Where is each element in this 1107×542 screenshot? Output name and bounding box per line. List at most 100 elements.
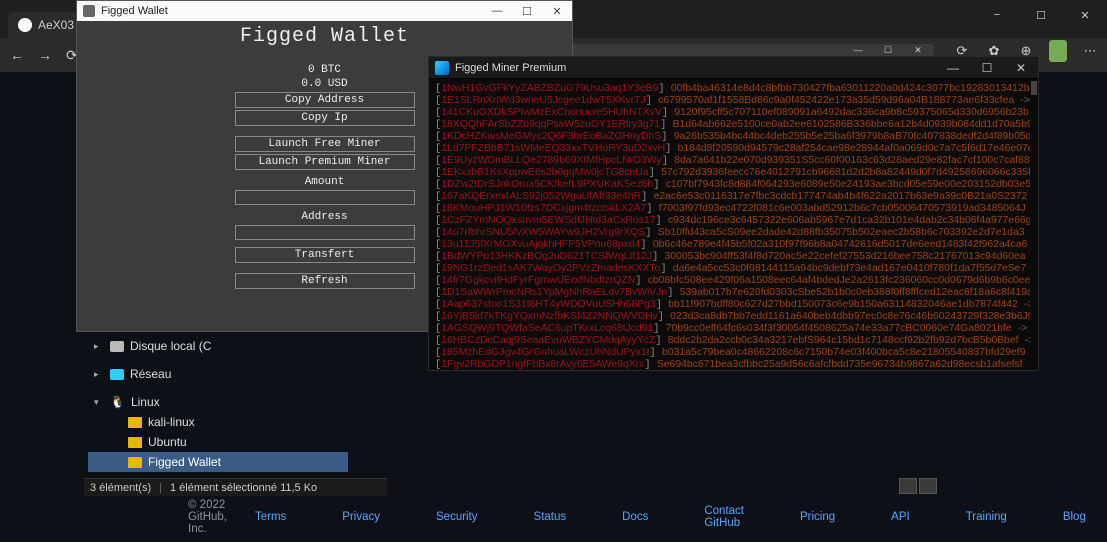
wallet-app-icon	[83, 5, 95, 17]
miner-titlebar[interactable]: Figged Miner Premium — ☐ ✕	[429, 57, 1038, 79]
win-min-icon[interactable]: −	[975, 0, 1019, 30]
miner-log-line: [1AGSQWj9TQWfaSeAC6upTKrxLcq68tJcd91] 70…	[435, 323, 1032, 335]
folder-icon	[128, 417, 142, 428]
footer-link-api[interactable]: API	[891, 511, 910, 523]
miner-log-line: [1Aap637sbxr1S31t6HT4yWDOVuUSHh58Pg3] bb…	[435, 299, 1032, 311]
wallet-close-icon[interactable]: ✕	[542, 1, 572, 21]
miner-close-icon[interactable]: ✕	[1004, 57, 1038, 79]
tree-item-r-seau[interactable]: ▸Réseau	[88, 364, 348, 384]
tree-item-ubuntu[interactable]: Ubuntu	[88, 432, 348, 452]
launch-premium-miner-button[interactable]: Launch Premium Miner	[235, 154, 415, 170]
bg-max-icon[interactable]: ☐	[873, 44, 903, 56]
wallet-address: 1Fgv2RbGDP1ngfFbBx8rAvy6E5AWe9qXrx	[441, 359, 644, 370]
bg-close-icon[interactable]: ✕	[903, 44, 933, 56]
miner-window: Figged Miner Premium — ☐ ✕ [1NwH1GvGFkYy…	[428, 56, 1039, 371]
refresh-button[interactable]: Refresh	[235, 273, 415, 289]
chevron-right-icon[interactable]: ▸	[94, 341, 104, 352]
wallet-min-icon[interactable]: —	[482, 1, 512, 21]
wallet-address: 1EKxzbB1KsXppwE6s2b0gqMw0jcTG8cnUa	[441, 167, 648, 178]
copy-ip-button[interactable]: Copy Ip	[235, 110, 415, 126]
scrollbar-thumb[interactable]	[1031, 81, 1037, 95]
footer-link-blog[interactable]: Blog	[1063, 511, 1086, 523]
tree-item-disque-local-c[interactable]: ▸ Disque local (C	[88, 336, 348, 356]
launch-free-miner-button[interactable]: Launch Free Miner	[235, 136, 415, 152]
footer-link-security[interactable]: Security	[436, 511, 478, 523]
miner-log-line: [1D1SaWWrPmcNRs1YpMgNhRaELdv7BvWiVJn] 53…	[435, 287, 1032, 299]
view-icons-icon[interactable]	[919, 478, 937, 494]
bg-min-icon[interactable]: —	[843, 44, 873, 56]
tx-hash: 023d3ca8db7bb7edd1161a640beb4dbb97ec0c8e…	[670, 311, 1033, 322]
tx-hash: c107bf7943fc8d884f064293e6089e50e24193ae…	[666, 179, 1037, 190]
footer-link-privacy[interactable]: Privacy	[342, 511, 380, 523]
browser-tab[interactable]: AeX03	[8, 12, 84, 38]
footer-link-docs[interactable]: Docs	[622, 511, 648, 523]
wallet-address: 18XQQhFArSbZZo9qqPsaW5zuOY1ERlry3g71	[441, 119, 660, 130]
tree-item-linux[interactable]: ▾ Linux	[88, 392, 348, 412]
win-max-icon[interactable]: ☐	[1019, 0, 1063, 30]
tx-hash: 8da7a641b22e070d939351S5cc60f00163c63d28…	[674, 155, 1035, 166]
overflow-icon[interactable]: ⋯	[1081, 43, 1099, 59]
wallet-max-icon[interactable]: ☐	[512, 1, 542, 21]
tx-hash: b184d8f20590d94579c28af254cae98e28944af0…	[678, 143, 1034, 154]
amount-input[interactable]	[235, 190, 415, 205]
tx-hash: 539ab017b7e620fd0303cSbe52b1b0c0eb388f0f…	[680, 287, 1033, 298]
tx-hash: 8ddc2b2da2ccb0c34a3217ebfS964c15bd1c7148…	[668, 335, 1019, 346]
footer-link-pricing[interactable]: Pricing	[800, 511, 835, 523]
tree-item-label: Disque local (C	[130, 339, 211, 353]
profile-avatar[interactable]	[1049, 40, 1067, 62]
miner-log-line: [185MzhEdG3gv4GrGnhuaLWczUhNdUPyx1t] b03…	[435, 347, 1032, 359]
wallet-address: 1E1SLRnXrtWd3wneU5Jcgee1dwT5XKvrTJ	[441, 95, 645, 106]
copy-address-button[interactable]: Copy Address	[235, 92, 415, 108]
miner-max-icon[interactable]: ☐	[970, 57, 1004, 79]
address-label: Address	[301, 211, 347, 223]
footer-link-terms[interactable]: Terms	[255, 511, 286, 523]
wallet-titlebar[interactable]: Figged Wallet — ☐ ✕	[77, 1, 572, 21]
address-input[interactable]	[235, 225, 415, 240]
miner-log-line: [1NwH1GvGFkYyZABZBZuG79Usu3aq1Y3eB9] 00f…	[435, 83, 1032, 95]
tx-hash: c6799570af1f1558Bd86c9a0f452422e173a35d5…	[658, 95, 1014, 106]
miner-log-line: [141CKuGXDkSPtwMzExCnonuure5HUhNTXvV] 91…	[435, 107, 1032, 119]
wallet-address: 16YjB5kf7kTKgYQxmNzfbKSf4Z2NNQWVDHv	[441, 311, 658, 322]
tx-hash: 300053bc904ff53f4f8d720ac5e22cefef27553d…	[665, 251, 1026, 262]
wallet-address: 1Aap637sbxr1S31t6HT4yWDOVuUSHh58Pg3	[441, 299, 655, 310]
footer-copyright: © 2022 GitHub, Inc.	[188, 499, 227, 535]
miner-log-line: [1E9UyzWDmBLLQe2789b69XtMfHpcLNrO3Wy] 8d…	[435, 155, 1032, 167]
footer-link-status[interactable]: Status	[534, 511, 567, 523]
nav-back-icon[interactable]: ←	[10, 47, 24, 63]
chevron-down-icon[interactable]: ▾	[94, 397, 104, 408]
tree-item-kali-linux[interactable]: kali-linux	[88, 412, 348, 432]
balance-btc: 0 BTC	[308, 64, 341, 76]
wallet-app-title: Figged Wallet	[77, 21, 572, 52]
wallet-address: 1E9UyzWDmBLLQe2789b69XtMfHpcLNrO3Wy	[441, 155, 662, 166]
wallet-address: 1DZw2tDrSJnkOrua5CKfkefL9PXUKaKSez6h	[441, 179, 653, 190]
wallet-address: 1BdWYPu13HKKzBOg2uD621TCSfWqLtf12J	[441, 251, 652, 262]
miner-log-line: [18KMouHPJ1W10fzs7DCxjgm4tzctskLX2A7] f7…	[435, 203, 1032, 215]
explorer-view-toggle[interactable]	[899, 478, 937, 494]
tree-item-label: kali-linux	[148, 415, 195, 429]
chevron-right-icon[interactable]: ▸	[94, 369, 104, 380]
tx-hash: e2ac6e53c0116317e7fbc3cdcb177474ab4b4f62…	[654, 191, 1028, 202]
miner-log-line: [1EKxzbB1KsXppwE6s2b0gqMw0jcTG8cnUa] 57c…	[435, 167, 1032, 179]
miner-log-line: [1Fgv2RbGDP1ngfFbBx8rAvy6E5AWe9qXrx] Se6…	[435, 359, 1032, 370]
tree-item-label: Ubuntu	[148, 435, 187, 449]
miner-scrollbar[interactable]	[1030, 79, 1038, 370]
tx-hash: cb08bfc508ee429f06a1508eec64af4bdedJe2a2…	[648, 275, 1036, 286]
miner-console: [1NwH1GvGFkYyZABZBZuG79Usu3aq1Y3eB9] 00f…	[429, 79, 1038, 370]
footer-link-contact-github[interactable]: Contact GitHub	[704, 505, 744, 529]
tab-label: AeX03	[38, 18, 74, 32]
tree-item-figged-wallet[interactable]: Figged Wallet	[88, 452, 348, 472]
tx-hash: 00fb4ba46314e8d4c8bfbb730427fba63011220a…	[671, 83, 1030, 94]
wallet-address: 1NwH1GvGFkYyZABZBZuG79Usu3aq1Y3eB9	[441, 83, 658, 94]
wallet-address: 19NG1rzDed1sAK7WayOy2PVzZmadesKXXTo	[441, 263, 660, 274]
wallet-address: 13u11J5fXrMOXvuAjqkhHFP5VPnu68pxd4	[441, 239, 640, 250]
win-close-icon[interactable]: ✕	[1063, 0, 1107, 30]
tree-item-label: Linux	[131, 395, 160, 409]
nav-forward-icon[interactable]: →	[38, 47, 52, 63]
status-count: 3 élément(s)	[90, 482, 151, 494]
transfer-button[interactable]: Transfert	[235, 247, 415, 263]
tree-item-label: Figged Wallet	[148, 455, 221, 469]
footer-link-training[interactable]: Training	[966, 511, 1007, 523]
view-details-icon[interactable]	[899, 478, 917, 494]
explorer-status-bar: 3 élément(s) | 1 élément sélectionné 11,…	[84, 478, 387, 496]
miner-min-icon[interactable]: —	[936, 57, 970, 79]
